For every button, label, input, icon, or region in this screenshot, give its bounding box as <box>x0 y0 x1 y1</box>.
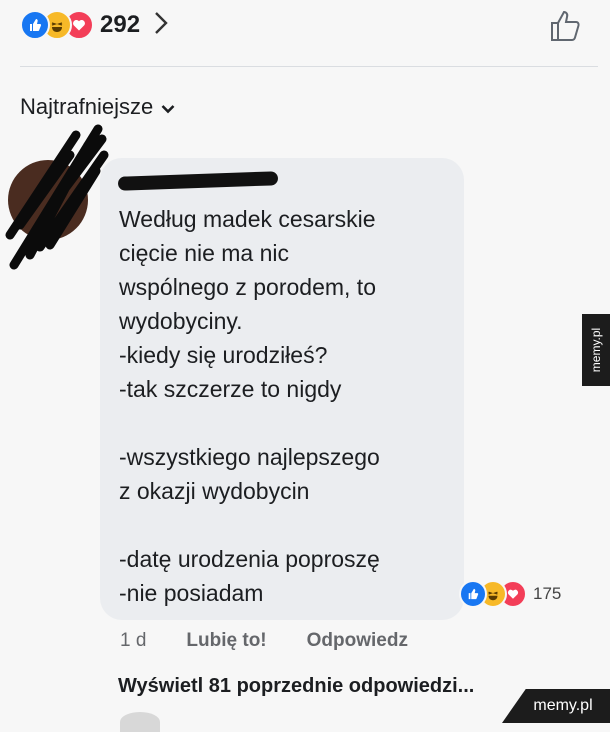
like-icon <box>20 10 50 40</box>
post-reactions-bar: 292 <box>0 0 610 62</box>
chevron-right-icon[interactable] <box>154 11 168 40</box>
comment-bubble: Według madek cesarskie cięcie nie ma nic… <box>100 158 464 620</box>
view-previous-replies-link[interactable]: Wyświetl 81 poprzednie odpowiedzi... <box>118 675 474 698</box>
comment-actions: 1 d Lubię to! Odpowiedz <box>120 630 408 652</box>
avatar <box>120 712 160 732</box>
divider <box>20 66 598 67</box>
comment-reaction-summary[interactable]: 175 <box>459 579 561 609</box>
redacted-author-name[interactable] <box>117 171 279 191</box>
comment-reaction-count: 175 <box>533 584 562 603</box>
like-button[interactable]: Lubię to! <box>186 630 266 652</box>
like-icon <box>459 580 487 608</box>
post-reaction-count: 292 <box>100 11 141 38</box>
thumbs-up-icon[interactable] <box>548 8 584 49</box>
post-reaction-summary[interactable]: 292 <box>20 10 168 40</box>
side-watermark: memy.pl <box>582 314 610 386</box>
corner-watermark: memy.pl <box>502 689 610 723</box>
chevron-down-icon <box>161 94 175 120</box>
reply-button[interactable]: Odpowiedz <box>307 630 408 652</box>
comment-timestamp[interactable]: 1 d <box>120 630 146 652</box>
comment-text: Według madek cesarskie cięcie nie ma nic… <box>119 206 380 606</box>
